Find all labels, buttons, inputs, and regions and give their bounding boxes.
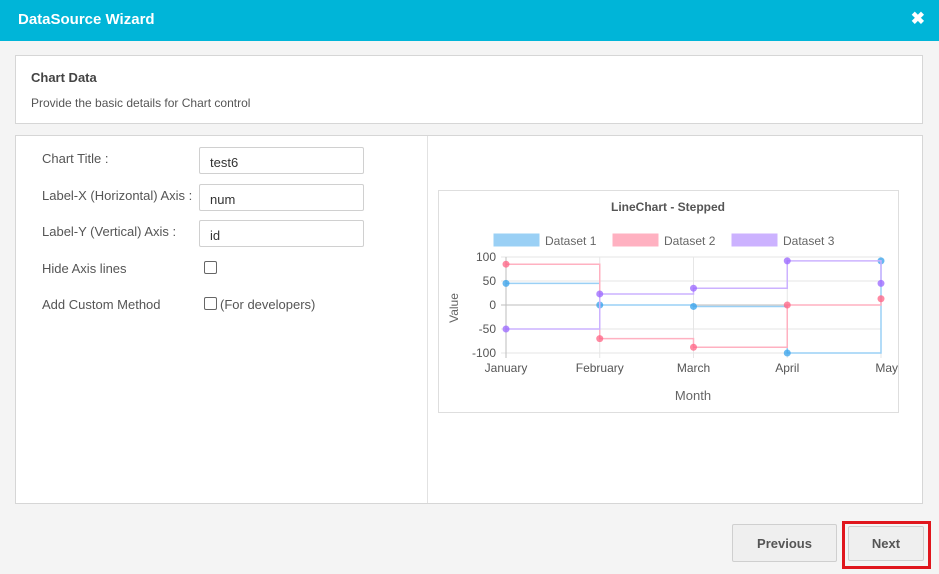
- label-y-label: Label-Y (Vertical) Axis :: [42, 224, 177, 239]
- data-point: [502, 325, 510, 333]
- chart-title-input[interactable]: [199, 147, 364, 174]
- x-tick-label: January: [485, 361, 528, 375]
- close-icon[interactable]: ✖: [911, 10, 925, 27]
- previous-button[interactable]: Previous: [732, 524, 837, 562]
- label-x-input[interactable]: [199, 184, 364, 211]
- chart-legend: Dataset 1 Dataset 2 Dataset 3: [493, 233, 835, 248]
- data-point: [690, 284, 697, 292]
- y-tick-label: 0: [489, 298, 496, 312]
- data-point: [877, 295, 885, 303]
- custom-method-checkbox[interactable]: [204, 297, 217, 310]
- chart-title-label: Chart Title :: [42, 151, 109, 166]
- main-panel: Chart Title : Label-X (Horizontal) Axis …: [15, 135, 923, 504]
- x-tick-label: May: [875, 361, 898, 375]
- data-point: [783, 301, 791, 309]
- legend-label: Dataset 1: [545, 234, 597, 248]
- chart-title: LineChart - Stepped: [611, 200, 725, 214]
- legend-swatch: [493, 233, 540, 247]
- label-x-label: Label-X (Horizontal) Axis :: [42, 188, 193, 203]
- y-tick-label: 50: [483, 274, 497, 288]
- data-point: [502, 279, 510, 287]
- window-title: DataSource Wizard: [18, 11, 155, 28]
- chart-preview: LineChart - Stepped Dataset 1 Dataset 2 Da…: [438, 190, 899, 413]
- legend-swatch: [731, 233, 778, 247]
- y-axis-label: Value: [447, 293, 461, 323]
- y-axis-ticks: 100 50 0 -50 -100: [472, 250, 496, 360]
- data-point: [596, 290, 604, 298]
- y-tick-label: -50: [479, 322, 497, 336]
- legend-swatch: [612, 233, 659, 247]
- x-tick-label: April: [775, 361, 799, 375]
- data-point: [783, 257, 791, 265]
- legend-label: Dataset 2: [664, 234, 716, 248]
- title-bar: DataSource Wizard ✖: [0, 0, 939, 41]
- custom-method-label: Add Custom Method: [42, 297, 161, 312]
- stepped-line-chart: LineChart - Stepped Dataset 1 Dataset 2 Da…: [447, 200, 898, 403]
- x-axis-label: Month: [675, 388, 711, 403]
- data-point: [690, 302, 697, 310]
- y-tick-label: 100: [476, 250, 496, 264]
- data-point: [690, 343, 697, 351]
- data-point: [596, 335, 604, 343]
- hide-axis-checkbox[interactable]: [204, 261, 217, 274]
- data-point: [877, 279, 885, 287]
- x-axis-ticks: January February March April May: [485, 361, 898, 375]
- data-point: [502, 260, 510, 268]
- section-description: Provide the basic details for Chart cont…: [31, 96, 251, 110]
- section-heading: Chart Data: [31, 70, 97, 85]
- x-tick-label: February: [576, 361, 624, 375]
- custom-method-note: (For developers): [220, 297, 316, 312]
- hide-axis-label: Hide Axis lines: [42, 261, 127, 276]
- data-point: [783, 349, 791, 357]
- label-y-input[interactable]: [199, 220, 364, 247]
- info-panel: Chart Data Provide the basic details for…: [15, 55, 923, 124]
- panel-divider: [427, 136, 428, 503]
- legend-label: Dataset 3: [783, 234, 835, 248]
- x-tick-label: March: [677, 361, 710, 375]
- y-tick-label: -100: [472, 346, 496, 360]
- next-button[interactable]: Next: [848, 526, 924, 561]
